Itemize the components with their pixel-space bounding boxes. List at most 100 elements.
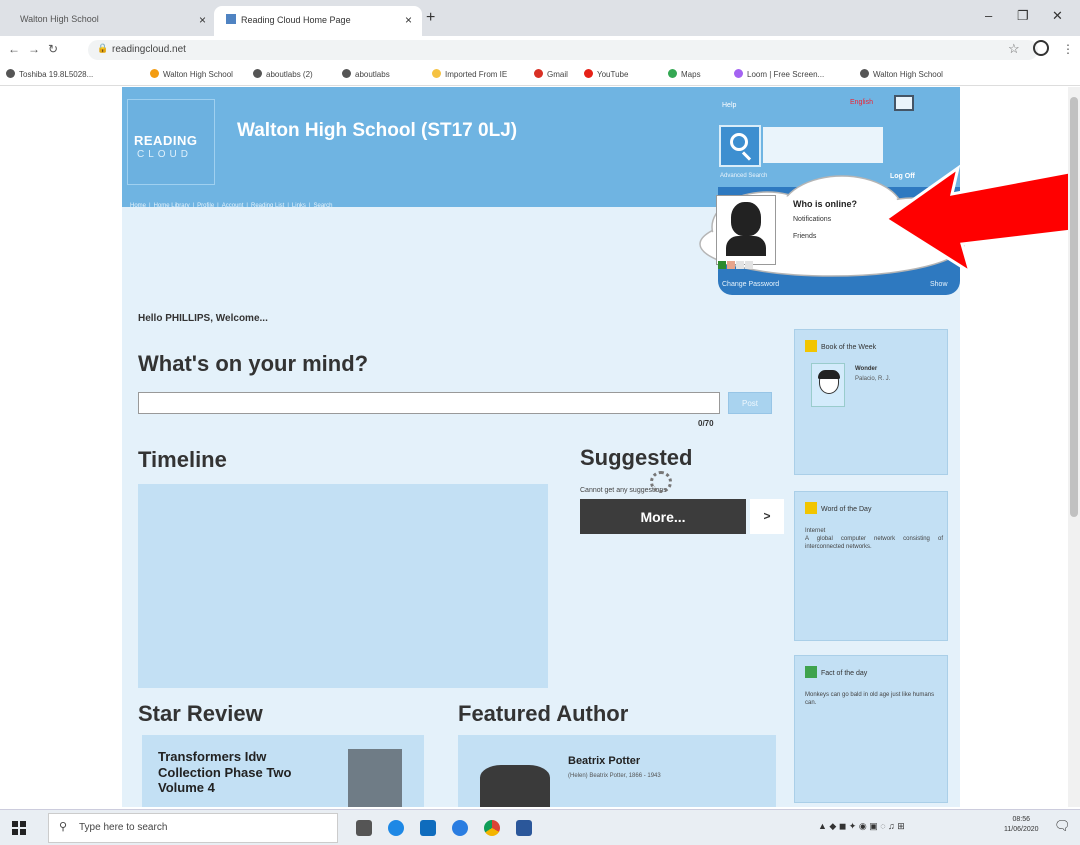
taskbar-search-box[interactable]: ⚲ Type here to search — [48, 813, 338, 843]
bookmark-favicon-icon — [668, 69, 677, 78]
nav-link[interactable]: Home — [130, 203, 146, 209]
close-icon[interactable]: × — [405, 13, 412, 27]
reading-cloud-site: READING CLOUD Walton High School (ST17 0… — [122, 87, 965, 807]
word-of-the-day-panel: Word of the Day Internet A global comput… — [794, 491, 948, 641]
loading-spinner-icon — [650, 471, 672, 493]
bookmark-item[interactable]: Walton High School — [150, 69, 233, 79]
word-badge-icon — [805, 502, 817, 514]
nav-separator: | — [287, 203, 289, 209]
char-counter: 0/70 — [698, 419, 714, 428]
friends-link[interactable]: Friends — [793, 233, 816, 240]
back-icon[interactable]: ← — [8, 42, 20, 56]
who-is-online-title: Who is online? — [793, 199, 857, 209]
next-arrow-button[interactable]: > — [750, 499, 784, 534]
edge-icon[interactable] — [388, 820, 404, 836]
author-dates: (Helen) Beatrix Potter, 1866 - 1943 — [568, 773, 661, 779]
url-field[interactable]: 🔒 readingcloud.net — [88, 40, 1038, 60]
bookmark-label: YouTube — [597, 70, 629, 79]
search-button[interactable] — [719, 125, 761, 167]
outlook-icon[interactable] — [420, 820, 436, 836]
windows-start-icon[interactable] — [12, 821, 26, 835]
bookmark-item[interactable]: Gmail — [534, 69, 568, 79]
bookmark-item[interactable]: aboutlabs — [342, 69, 390, 79]
bookmark-label: Toshiba 19.8L5028... — [19, 70, 94, 79]
star-review-book-title[interactable]: Transformers Idw Collection Phase Two Vo… — [158, 749, 314, 796]
bookmark-item[interactable]: Imported From IE — [432, 69, 507, 79]
bookmark-label: Maps — [681, 70, 701, 79]
favicon-icon — [226, 14, 236, 24]
avatar-head — [731, 202, 761, 236]
bookmark-item[interactable]: Walton High School — [860, 69, 943, 79]
mind-title: What's on your mind? — [138, 351, 369, 376]
clock-date: 11/06/2020 — [1004, 825, 1039, 833]
tab-reading-cloud[interactable]: Reading Cloud Home Page × — [214, 6, 422, 36]
book-title[interactable]: Wonder — [855, 366, 877, 372]
word-text: Internet — [805, 528, 826, 534]
avatar-body — [726, 236, 766, 256]
scrollbar-thumb[interactable] — [1070, 97, 1078, 517]
change-password-link[interactable]: Change Password — [722, 281, 779, 288]
bookmark-item[interactable]: aboutlabs (2) — [253, 69, 313, 79]
task-view-icon[interactable] — [356, 820, 372, 836]
nav-separator: | — [192, 203, 195, 209]
minimize-icon[interactable]: – — [985, 8, 992, 23]
bookmark-label: Gmail — [547, 70, 568, 79]
panel-heading: Book of the Week — [805, 340, 876, 352]
taskbar-search-placeholder: Type here to search — [79, 822, 168, 833]
menu-icon[interactable]: ⋮ — [1062, 42, 1074, 56]
panel-heading-text: Word of the Day — [821, 506, 872, 513]
show-link[interactable]: Show — [930, 281, 948, 288]
greeting: Hello PHILLIPS, Welcome... — [138, 313, 268, 324]
profile-icon[interactable] — [1033, 40, 1049, 56]
new-tab-button[interactable]: + — [426, 9, 435, 27]
notification-center-icon[interactable]: 🗨 — [1054, 818, 1071, 834]
star-review-cover[interactable] — [348, 749, 402, 807]
chrome-icon[interactable] — [484, 820, 500, 836]
nav-link[interactable]: Reading List — [251, 203, 284, 209]
notifications-link[interactable]: Notifications — [793, 216, 831, 223]
nav-link[interactable]: Links — [292, 203, 306, 209]
tab-title: Walton High School — [20, 14, 99, 24]
star-review-card: Transformers Idw Collection Phase Two Vo… — [142, 735, 424, 807]
maximize-icon[interactable]: ❐ — [1017, 8, 1029, 24]
url-text: readingcloud.net — [112, 44, 186, 55]
nav-link[interactable]: Search — [313, 203, 332, 209]
bookmark-item[interactable]: YouTube — [584, 69, 628, 79]
internet-explorer-icon[interactable] — [452, 820, 468, 836]
bookmark-item[interactable]: Loom | Free Screen... — [734, 69, 824, 79]
nav-link[interactable]: Account — [222, 203, 244, 209]
book-cover[interactable] — [811, 363, 845, 407]
bookmark-item[interactable]: Toshiba 19.8L5028... — [6, 69, 93, 79]
nav-link[interactable]: Home Library — [154, 203, 190, 209]
nav-link[interactable]: Profile — [197, 203, 214, 209]
star-review-title: Star Review — [138, 701, 263, 726]
bookmark-star-icon[interactable]: ☆ — [1008, 41, 1020, 57]
system-clock[interactable]: 08:56 11/06/2020 — [1004, 815, 1039, 835]
book-cover-hair — [818, 370, 840, 379]
status-input[interactable] — [138, 392, 720, 414]
window-close-icon[interactable]: ✕ — [1052, 8, 1063, 24]
bookmark-favicon-icon — [6, 69, 15, 78]
address-bar: ← → ↻ 🔒 readingcloud.net ☆ ⋮ — [0, 36, 1080, 64]
tab-walton-high-school[interactable]: Walton High School × — [8, 6, 216, 36]
bookmark-item[interactable]: Maps — [668, 69, 701, 79]
bookmark-favicon-icon — [860, 69, 869, 78]
reading-cloud-logo[interactable]: READING CLOUD — [127, 99, 215, 185]
word-icon[interactable] — [516, 820, 532, 836]
more-button[interactable]: More... — [580, 499, 746, 534]
timeline-title: Timeline — [138, 447, 227, 472]
avatar[interactable] — [716, 195, 776, 269]
page-scrollbar[interactable] — [1068, 87, 1080, 807]
search-input[interactable] — [763, 127, 883, 163]
forward-icon[interactable]: → — [28, 42, 40, 56]
author-photo[interactable] — [480, 765, 550, 807]
post-button[interactable]: Post — [728, 392, 772, 414]
help-link[interactable]: Help — [722, 102, 736, 109]
reload-icon[interactable]: ↻ — [48, 42, 58, 56]
close-icon[interactable]: × — [199, 13, 206, 27]
author-name[interactable]: Beatrix Potter — [568, 755, 640, 767]
system-tray[interactable]: ▲ ◆ ◼ ✦ ◉ ▣ ◌ ♫ ⊞ — [818, 821, 905, 832]
bookmark-favicon-icon — [150, 69, 159, 78]
accessibility-icon[interactable] — [894, 95, 914, 111]
language-link[interactable]: English — [850, 99, 873, 106]
